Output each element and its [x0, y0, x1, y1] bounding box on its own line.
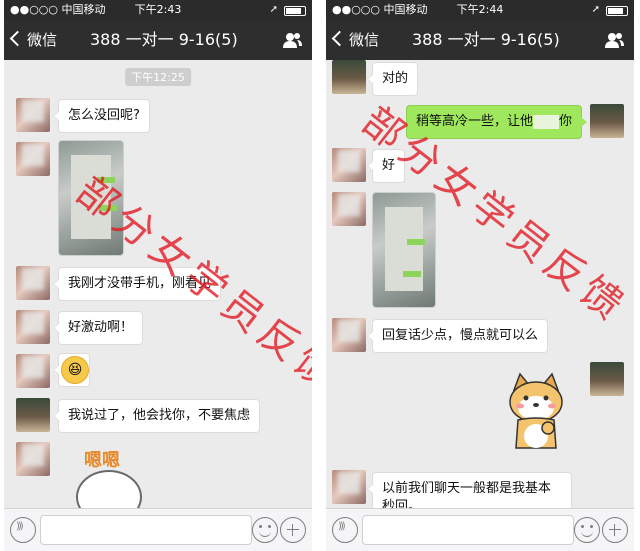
photo-detail — [97, 177, 115, 183]
message-bubble[interactable]: 我刚才没带手机，刚看见 — [52, 267, 222, 301]
back-button[interactable]: 微信 — [9, 20, 58, 60]
battery-icon — [606, 6, 628, 16]
message-bubble[interactable]: 好 — [366, 149, 406, 183]
input-bar — [326, 508, 634, 551]
message-input[interactable] — [362, 515, 574, 545]
contact-avatar[interactable] — [332, 192, 366, 226]
laughing-emoji-icon: 😆 — [61, 356, 89, 384]
photo-content — [385, 207, 423, 291]
my-avatar[interactable] — [590, 362, 624, 396]
message-text: 稍等高冷一些，让他 — [416, 114, 534, 129]
status-time: 下午2:43 — [134, 3, 182, 16]
message-bubble[interactable]: 怎么没回呢? — [53, 99, 150, 133]
photo-content — [71, 155, 111, 239]
message-bubble[interactable]: 我说过了，他会找你，不要焦虑 — [52, 399, 261, 433]
emoji-message[interactable]: 😆 — [53, 353, 90, 387]
nav-bar: 微信 388 一对一 9-16(5) — [4, 20, 312, 60]
input-bar — [4, 508, 312, 551]
photo-detail — [403, 271, 421, 277]
emoji-picker-icon[interactable] — [574, 517, 600, 543]
contact-avatar[interactable] — [16, 266, 50, 300]
back-label: 微信 — [27, 31, 58, 49]
message-list[interactable]: 下午12:25 怎么没回呢? 我刚才没带手机，刚看见 好激动啊！ 😆 我说过了，… — [4, 60, 312, 524]
contact-avatar[interactable] — [16, 442, 50, 476]
image-message[interactable] — [58, 140, 124, 256]
location-icon: ➚ — [269, 4, 278, 15]
my-avatar[interactable] — [590, 104, 624, 138]
back-button[interactable]: 微信 — [331, 20, 380, 60]
chevron-left-icon — [331, 30, 348, 47]
message-input[interactable] — [40, 515, 252, 545]
location-icon: ➚ — [591, 4, 600, 15]
status-time: 下午2:44 — [456, 3, 504, 16]
battery-icon — [284, 6, 306, 16]
emoji-picker-icon[interactable] — [252, 517, 278, 543]
sticker-caption: 嗯嗯 — [84, 450, 120, 471]
image-message[interactable] — [372, 192, 436, 308]
message-bubble[interactable]: 好激动啊！ — [52, 311, 144, 345]
chat-title: 388 一对一 9-16(5) — [412, 30, 560, 49]
timestamp: 下午12:25 — [125, 68, 191, 86]
contact-avatar[interactable] — [16, 98, 50, 132]
voice-input-icon[interactable] — [10, 517, 36, 543]
contact-avatar[interactable] — [332, 470, 366, 504]
chat-title: 388 一对一 9-16(5) — [90, 30, 238, 49]
chevron-left-icon — [9, 30, 26, 47]
more-actions-plus-icon[interactable] — [280, 517, 306, 543]
contact-avatar[interactable] — [16, 310, 50, 344]
group-members-icon[interactable] — [282, 32, 302, 48]
blurred-area — [533, 114, 560, 129]
contact-avatar[interactable] — [16, 142, 50, 176]
message-text-end: 你 — [559, 114, 573, 129]
message-list[interactable]: 对的 稍等高冷一些，让他 你 好 回复话少点，慢点就可以么 以前我们聊天一般都是我… — [326, 60, 634, 524]
status-bar: ●●○○○ 中国移动 下午2:43 ➚ — [4, 0, 312, 20]
shiba-dog-sticker-icon[interactable] — [504, 372, 568, 452]
photo-detail — [407, 239, 425, 245]
back-label: 微信 — [349, 31, 380, 49]
group-members-icon[interactable] — [604, 32, 624, 48]
contact-avatar[interactable] — [332, 148, 366, 182]
nav-bar: 微信 388 一对一 9-16(5) — [326, 20, 634, 60]
contact-avatar[interactable] — [332, 318, 366, 352]
right-chat-screenshot: ●●○○○ 中国移动 下午2:44 ➚ 微信 388 一对一 9-16(5) 对… — [326, 0, 634, 551]
message-bubble[interactable]: 回复话少点，慢点就可以么 — [366, 319, 549, 353]
photo-detail — [99, 205, 117, 211]
more-actions-plus-icon[interactable] — [602, 517, 628, 543]
voice-input-icon[interactable] — [332, 517, 358, 543]
message-bubble[interactable]: 对的 — [366, 62, 419, 96]
sender-avatar[interactable] — [16, 398, 50, 432]
my-message-bubble[interactable]: 稍等高冷一些，让他 你 — [406, 105, 588, 139]
contact-avatar[interactable] — [16, 354, 50, 388]
left-chat-screenshot: ●●○○○ 中国移动 下午2:43 ➚ 微信 388 一对一 9-16(5) 下… — [4, 0, 312, 551]
sender-avatar[interactable] — [332, 60, 366, 94]
status-bar: ●●○○○ 中国移动 下午2:44 ➚ — [326, 0, 634, 20]
